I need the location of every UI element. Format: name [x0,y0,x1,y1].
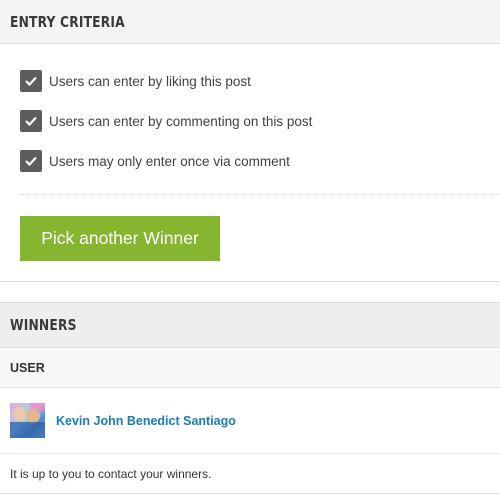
page: ENTRY CRITERIA Users can enter by liking… [0,0,500,500]
winners-title: WINNERS [10,316,77,334]
criteria-item-like[interactable]: Users can enter by liking this post [20,70,500,92]
entry-criteria-title: ENTRY CRITERIA [10,12,125,31]
divider [20,194,500,195]
once-checkbox[interactable] [20,150,42,172]
like-checkbox[interactable] [20,70,42,92]
avatar[interactable] [10,403,45,438]
criteria-label: Users can enter by commenting on this po… [49,113,313,129]
entry-criteria-header: ENTRY CRITERIA [0,0,500,44]
table-row: Kevin John Benedict Santiago [0,388,500,454]
user-column-label: USER [10,360,45,375]
winner-name-link[interactable]: Kevin John Benedict Santiago [56,414,236,428]
criteria-item-comment[interactable]: Users can enter by commenting on this po… [20,110,500,132]
section-divider [0,281,500,282]
check-icon [25,116,37,126]
pick-another-winner-button[interactable]: Pick another Winner [20,216,220,261]
criteria-label: Users can enter by liking this post [49,73,251,89]
check-icon [25,156,37,166]
comment-checkbox[interactable] [20,110,42,132]
criteria-item-once[interactable]: Users may only enter once via comment [20,150,500,172]
check-icon [25,76,37,86]
criteria-label: Users may only enter once via comment [49,153,290,169]
winners-section: WINNERS USER Kevin John Benedict Santiag… [0,302,500,494]
contact-note: It is up to you to contact your winners. [0,454,500,494]
user-column-header: USER [0,348,500,388]
winners-header: WINNERS [0,302,500,348]
criteria-list: Users can enter by liking this post User… [0,44,500,172]
